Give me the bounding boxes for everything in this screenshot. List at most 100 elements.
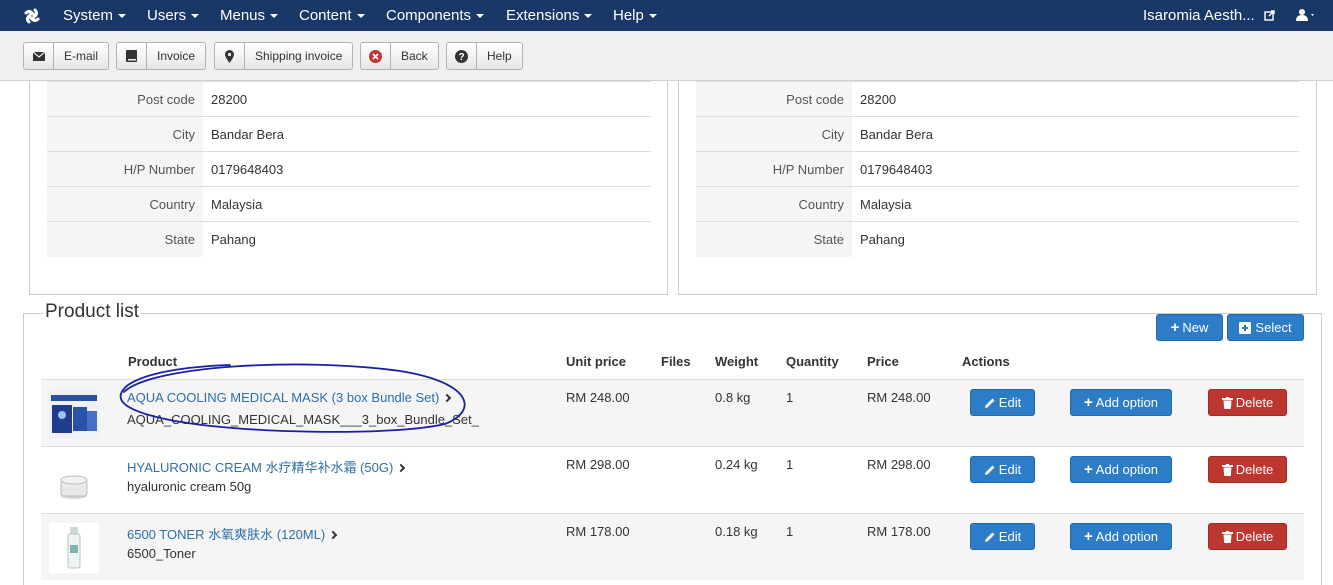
table-row: City Bandar Bera [696, 116, 1299, 152]
select-label: Select [1255, 320, 1292, 335]
email-button-label: E-mail [64, 49, 99, 63]
field-label: H/P Number [47, 151, 203, 187]
quantity: 1 [786, 390, 794, 405]
product-list-title: Product list [43, 301, 141, 323]
weight: 0.24 kg [715, 457, 758, 472]
back-button[interactable]: Back [360, 42, 439, 70]
edit-label: Edit [998, 529, 1022, 544]
col-header-actions: Actions [962, 354, 1010, 369]
caret-down-icon [648, 14, 657, 19]
product-name: HYALURONIC CREAM 水疗精华补水霜 (50G) [127, 460, 394, 475]
toolbar: E-mail Invoice Shipping invoice Back ? H… [0, 31, 1333, 81]
delete-button[interactable]: Delete [1208, 456, 1287, 483]
product-thumbnail [49, 389, 99, 439]
edit-button[interactable]: Edit [970, 523, 1035, 550]
table-row: Country Malaysia [696, 186, 1299, 222]
product-link[interactable]: HYALURONIC CREAM 水疗精华补水霜 (50G) [127, 457, 406, 476]
add-option-button[interactable]: + Add option [1070, 456, 1172, 483]
user-menu[interactable] [1296, 9, 1316, 24]
delete-label: Delete [1235, 395, 1274, 410]
cancel-circle-icon [361, 43, 391, 69]
field-value: Pahang [852, 221, 1299, 257]
nav-extensions[interactable]: Extensions [506, 0, 593, 31]
chevron-right-icon [443, 393, 452, 403]
add-option-button[interactable]: + Add option [1070, 389, 1172, 416]
field-label: State [696, 221, 852, 257]
caret-down-icon [191, 14, 200, 19]
quantity: 1 [786, 457, 794, 472]
delete-label: Delete [1235, 529, 1274, 544]
nav-help[interactable]: Help [613, 0, 657, 31]
weight: 0.18 kg [715, 524, 758, 539]
help-button-label: Help [487, 49, 512, 63]
caret-down-icon [584, 14, 593, 19]
shipping-address-table: Post code 28200 City Bandar Bera H/P Numbe… [696, 81, 1299, 257]
pencil-icon [984, 465, 995, 475]
pencil-icon [984, 398, 995, 408]
chevron-right-icon [397, 463, 406, 473]
select-product-button[interactable]: Select [1227, 314, 1304, 341]
field-value: Bandar Bera [203, 116, 651, 152]
back-button-label: Back [401, 49, 428, 63]
table-row: City Bandar Bera [47, 116, 651, 152]
product-link[interactable]: AQUA COOLING MEDICAL MASK (3 box Bundle … [127, 390, 452, 405]
nav-extensions-label: Extensions [506, 7, 580, 24]
unit-price: RM 178.00 [566, 524, 630, 539]
trash-icon [1221, 463, 1233, 476]
plus-square-icon [1239, 321, 1252, 334]
field-label: State [47, 221, 203, 257]
weight: 0.8 kg [715, 390, 751, 405]
field-value: Pahang [203, 221, 651, 257]
edit-label: Edit [998, 395, 1022, 410]
edit-label: Edit [998, 462, 1022, 477]
table-row: Post code 28200 [47, 81, 651, 117]
unit-price: RM 248.00 [566, 390, 630, 405]
table-row: 6500 TONER 水氧爽肤水 (120ML) 6500_Toner RM 1… [41, 513, 1304, 580]
edit-button[interactable]: Edit [970, 389, 1035, 416]
caret-down-icon [476, 14, 485, 19]
product-link[interactable]: 6500 TONER 水氧爽肤水 (120ML) [127, 524, 338, 543]
nav-system[interactable]: System [63, 0, 127, 31]
field-value: Bandar Bera [852, 116, 1299, 152]
field-value: Malaysia [852, 186, 1299, 222]
table-row: State Pahang [696, 221, 1299, 257]
delete-button[interactable]: Delete [1208, 523, 1287, 550]
nav-content-label: Content [299, 7, 352, 24]
quantity: 1 [786, 524, 794, 539]
nav-content[interactable]: Content [299, 0, 365, 31]
delete-button[interactable]: Delete [1208, 389, 1287, 416]
nav-users-label: Users [147, 7, 187, 24]
trash-icon [1221, 530, 1233, 543]
product-name: AQUA COOLING MEDICAL MASK (3 box Bundle … [127, 390, 440, 405]
pencil-icon [984, 532, 995, 542]
add-option-button[interactable]: + Add option [1070, 523, 1172, 550]
col-header-weight: Weight [715, 354, 759, 369]
nav-help-label: Help [613, 7, 644, 24]
table-row: H/P Number 0179648403 [47, 151, 651, 187]
product-name: 6500 TONER 水氧爽肤水 (120ML) [127, 527, 326, 542]
svg-text:?: ? [458, 52, 464, 63]
email-button[interactable]: E-mail [23, 42, 110, 70]
invoice-button[interactable]: Invoice [116, 42, 207, 70]
external-link-icon [1264, 10, 1275, 21]
table-row: AQUA COOLING MEDICAL MASK (3 box Bundle … [41, 379, 1304, 446]
new-product-button[interactable]: + New [1156, 314, 1223, 341]
table-row: HYALURONIC CREAM 水疗精华补水霜 (50G) hyaluroni… [41, 446, 1304, 513]
plus-icon: + [1170, 319, 1180, 336]
plus-icon: + [1084, 461, 1093, 478]
site-link[interactable]: Isaromia Aesth... [1143, 0, 1275, 31]
col-header-files: Files [661, 354, 691, 369]
edit-button[interactable]: Edit [970, 456, 1035, 483]
product-sku: AQUA_COOLING_MEDICAL_MASK___3_box_Bundle… [127, 412, 479, 427]
new-label: New [1182, 320, 1209, 335]
nav-menus[interactable]: Menus [220, 0, 279, 31]
product-thumbnail [49, 523, 99, 573]
nav-users[interactable]: Users [147, 0, 200, 31]
field-value: 0179648403 [852, 151, 1299, 187]
joomla-logo-icon[interactable] [22, 6, 42, 26]
table-row: Post code 28200 [696, 81, 1299, 117]
nav-components[interactable]: Components [386, 0, 485, 31]
shipping-invoice-button[interactable]: Shipping invoice [214, 42, 354, 70]
table-row: H/P Number 0179648403 [696, 151, 1299, 187]
help-button[interactable]: ? Help [446, 42, 523, 70]
